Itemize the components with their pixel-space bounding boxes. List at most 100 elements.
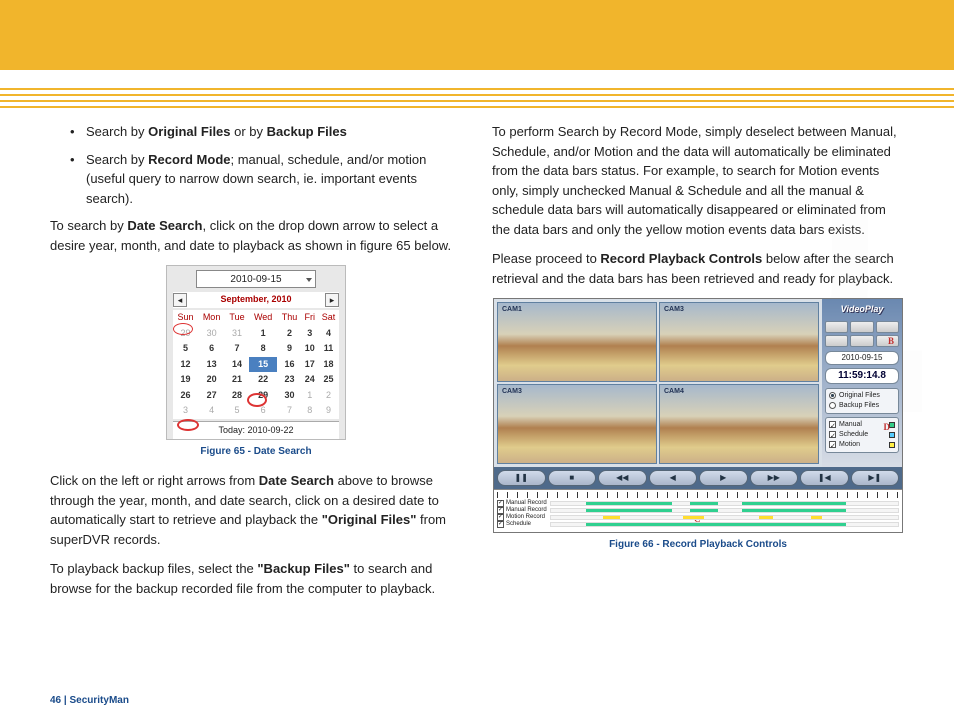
timeline-track[interactable] [550, 515, 899, 520]
stop-button[interactable]: ■ [548, 470, 597, 486]
next-frame-button[interactable]: ▶❚ [851, 470, 900, 486]
calendar-day[interactable]: 1 [249, 326, 278, 342]
exit-button[interactable] [876, 335, 899, 347]
calendar-day[interactable]: 18 [318, 357, 339, 373]
prev-frame-button[interactable]: ❚◀ [800, 470, 849, 486]
para-proceed: Please proceed to Record Playback Contro… [492, 249, 904, 288]
calendar-day[interactable]: 20 [198, 372, 225, 388]
timeline-row: ✓Motion Record [497, 514, 899, 521]
camera-view-1[interactable]: CAM1 [497, 302, 657, 382]
calendar-day[interactable]: 10 [302, 341, 318, 357]
calendar-day[interactable]: 16 [277, 357, 301, 373]
calendar-day[interactable]: 8 [249, 341, 278, 357]
playback-date[interactable]: 2010-09-15 [825, 351, 899, 365]
file-type-box: Original Files Backup Files [825, 388, 899, 414]
calendar-day[interactable]: 21 [225, 372, 249, 388]
calendar-day[interactable]: 7 [277, 403, 301, 419]
motion-checkbox[interactable] [829, 441, 836, 448]
calendar-day[interactable]: 7 [225, 341, 249, 357]
calendar-day[interactable]: 14 [225, 357, 249, 373]
calendar-day[interactable]: 2 [277, 326, 301, 342]
para-record-mode: To perform Search by Record Mode, simply… [492, 122, 904, 239]
month-label: September, 2010 [220, 293, 291, 307]
calendar-day[interactable]: 8 [302, 403, 318, 419]
calendar-day[interactable]: 4 [198, 403, 225, 419]
timeline-track[interactable] [550, 501, 899, 506]
bullet-list: Search by Original Files or by Backup Fi… [50, 122, 462, 208]
step-back-button[interactable]: ◀◀ [598, 470, 647, 486]
timeline-checkbox[interactable]: ✓ [497, 507, 504, 514]
backup-files-radio[interactable] [829, 402, 836, 409]
forward-button[interactable]: ▶ [699, 470, 748, 486]
next-month-button[interactable]: ▸ [325, 293, 339, 307]
calendar-day[interactable]: 19 [173, 372, 198, 388]
fast-forward-button[interactable]: ▶▶ [750, 470, 799, 486]
timeline-checkbox[interactable]: ✓ [497, 500, 504, 507]
date-input[interactable]: 2010-09-15 [196, 270, 316, 288]
layout-4-button[interactable] [850, 321, 873, 333]
calendar-day[interactable]: 1 [302, 388, 318, 404]
calendar-day[interactable]: 30 [198, 326, 225, 342]
timeline-row: ✓Manual Record [497, 507, 899, 514]
calendar-day[interactable]: 6 [249, 403, 278, 419]
today-label[interactable]: Today: 2010-09-22 [173, 421, 339, 440]
calendar-day[interactable]: 9 [318, 403, 339, 419]
calendar-day[interactable]: 30 [277, 388, 301, 404]
camera-view-3[interactable]: CAM3 [497, 384, 657, 464]
prev-month-button[interactable]: ◂ [173, 293, 187, 307]
calendar-day[interactable]: 31 [225, 326, 249, 342]
calendar-day[interactable]: 3 [173, 403, 198, 419]
calendar-day[interactable]: 25 [318, 372, 339, 388]
camera-view-2[interactable]: CAM3 [659, 302, 819, 382]
calendar-day[interactable]: 27 [198, 388, 225, 404]
timeline-track[interactable] [550, 508, 899, 513]
figure-65-caption: Figure 65 - Date Search [50, 444, 462, 459]
calendar-day[interactable]: 22 [249, 372, 278, 388]
bullet-2: Search by Record Mode; manual, schedule,… [70, 150, 462, 209]
figure-65-date-search: 2010-09-15 ◂ September, 2010 ▸ SunMonTue… [166, 265, 346, 440]
timeline-track[interactable] [550, 522, 899, 527]
calendar-day[interactable]: 2 [318, 388, 339, 404]
calendar-day[interactable]: 13 [198, 357, 225, 373]
timeline-checkbox[interactable]: ✓ [497, 521, 504, 528]
page-footer: 46 | SecurityMan [50, 695, 129, 706]
timeline-checkbox[interactable]: ✓ [497, 514, 504, 521]
bullet-1: Search by Original Files or by Backup Fi… [70, 122, 462, 142]
calendar-day[interactable]: 9 [277, 341, 301, 357]
calendar-day[interactable]: 6 [198, 341, 225, 357]
rewind-button[interactable]: ◀ [649, 470, 698, 486]
figure-66-video-play: A B C D CAM1CAM3CAM3CAM4 VideoPlay 20 [493, 298, 903, 533]
calendar-day[interactable]: 15 [249, 357, 278, 373]
manual-checkbox[interactable] [829, 421, 836, 428]
para-date-search: To search by Date Search, click on the d… [50, 216, 462, 255]
snapshot-button[interactable] [825, 335, 848, 347]
para-backup: To playback backup files, select the "Ba… [50, 559, 462, 598]
timeline-ruler[interactable] [497, 492, 899, 498]
left-column: Search by Original Files or by Backup Fi… [50, 122, 462, 608]
camera-view-4[interactable]: CAM4 [659, 384, 819, 464]
original-files-radio[interactable] [829, 392, 836, 399]
videoplay-brand: VideoPlay [825, 303, 899, 317]
calendar-grid[interactable]: SunMonTueWedThuFriSat 293031123456789101… [173, 310, 339, 419]
capture-button[interactable] [876, 321, 899, 333]
calendar-day[interactable]: 3 [302, 326, 318, 342]
calendar-day[interactable]: 29 [173, 326, 198, 342]
timeline-row: ✓Schedule [497, 521, 899, 528]
layout-1-button[interactable] [825, 321, 848, 333]
calendar-day[interactable]: 28 [225, 388, 249, 404]
calendar-day[interactable]: 4 [318, 326, 339, 342]
settings-button[interactable] [850, 335, 873, 347]
calendar-day[interactable]: 11 [318, 341, 339, 357]
timeline-row: ✓Manual Record [497, 500, 899, 507]
calendar-day[interactable]: 26 [173, 388, 198, 404]
calendar-day[interactable]: 23 [277, 372, 301, 388]
calendar-day[interactable]: 17 [302, 357, 318, 373]
right-column: To perform Search by Record Mode, simply… [492, 122, 904, 608]
calendar-day[interactable]: 24 [302, 372, 318, 388]
calendar-day[interactable]: 5 [225, 403, 249, 419]
play-pause-button[interactable]: ❚❚ [497, 470, 546, 486]
calendar-day[interactable]: 12 [173, 357, 198, 373]
calendar-day[interactable]: 5 [173, 341, 198, 357]
calendar-day[interactable]: 29 [249, 388, 278, 404]
schedule-checkbox[interactable] [829, 431, 836, 438]
